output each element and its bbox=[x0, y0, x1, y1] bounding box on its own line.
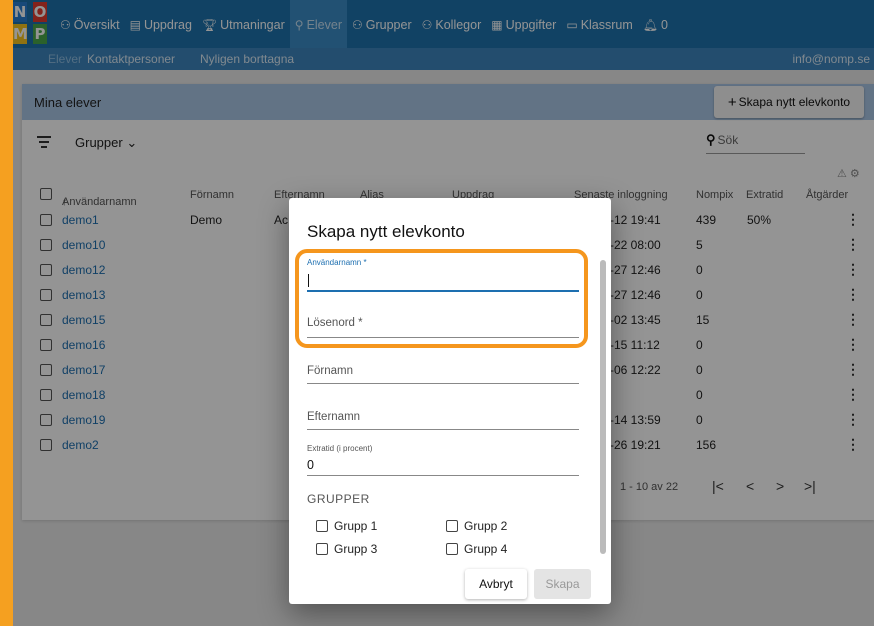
credentials-highlight bbox=[295, 249, 588, 348]
firstname-field[interactable]: Förnamn bbox=[307, 365, 579, 387]
extratime-field[interactable]: Extratid (i procent) 0 bbox=[307, 444, 579, 478]
lastname-label: Efternamn bbox=[307, 411, 361, 423]
group-3-checkbox[interactable]: Grupp 3 bbox=[316, 542, 377, 556]
cancel-button[interactable]: Avbryt bbox=[465, 569, 527, 599]
group-1-checkbox[interactable]: Grupp 1 bbox=[316, 519, 377, 533]
extratime-value: 0 bbox=[307, 458, 314, 472]
lastname-field[interactable]: Efternamn bbox=[307, 411, 579, 433]
firstname-label: Förnamn bbox=[307, 365, 354, 377]
dialog-title: Skapa nytt elevkonto bbox=[307, 222, 465, 241]
create-button[interactable]: Skapa bbox=[534, 569, 591, 599]
group-4-checkbox[interactable]: Grupp 4 bbox=[446, 542, 507, 556]
group-2-checkbox[interactable]: Grupp 2 bbox=[446, 519, 507, 533]
groups-heading: GRUPPER bbox=[307, 492, 370, 506]
dialog-scrollbar[interactable] bbox=[600, 260, 606, 554]
extratime-label: Extratid (i procent) bbox=[307, 444, 373, 453]
